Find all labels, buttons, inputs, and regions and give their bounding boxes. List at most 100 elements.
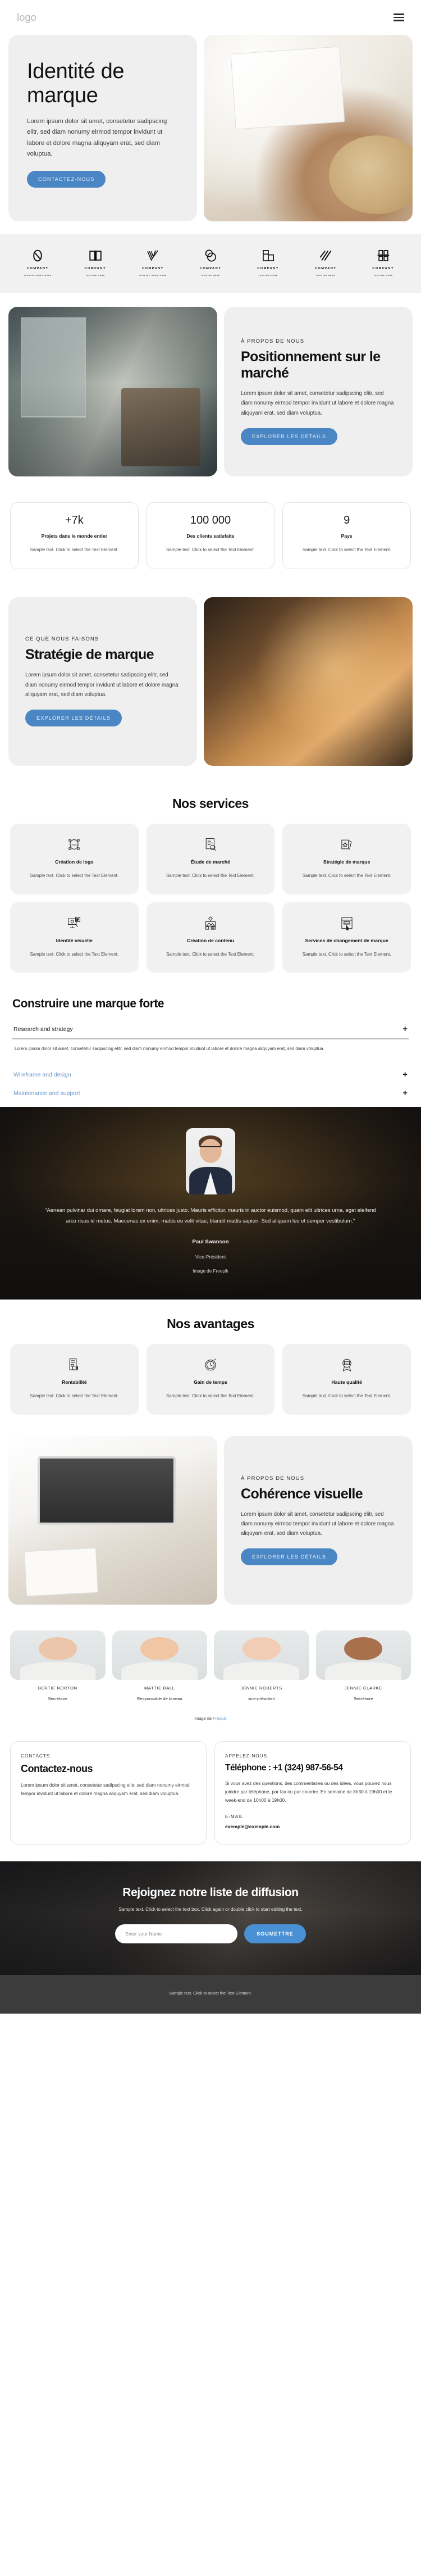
service-card[interactable]: LOGO Création de logo Sample text. Click…	[10, 823, 139, 894]
testimonial-section: "Aenean pulvinar dui ornare, feugiat lor…	[0, 1107, 421, 1300]
team-member[interactable]: JENNIE ROBERTS vice-président	[214, 1630, 309, 1701]
office-workspace-image	[8, 307, 217, 476]
advantage-card[interactable]: HIGH Haute qualité Sample text. Click to…	[282, 1344, 411, 1415]
service-title: Services de changement de marque	[305, 937, 388, 943]
partner-name: COMPANY	[142, 267, 164, 271]
team-member-photo	[112, 1630, 207, 1680]
coherence-cta-button[interactable]: EXPLORER LES DÉTAILS	[241, 1548, 338, 1566]
team-member-role: vice-président	[248, 1696, 275, 1701]
double-circle-logo-icon	[203, 248, 218, 263]
accordion-row-wireframe-and-design[interactable]: Wireframe and design +	[12, 1065, 409, 1084]
advantage-text: Sample text. Click to select the Text El…	[166, 1393, 255, 1399]
service-title: Stratégie de marque	[323, 858, 370, 865]
hero-image-desk-notebook	[204, 35, 413, 222]
advantage-title: Rentabilité	[62, 1379, 87, 1385]
service-card[interactable]: BRAND Services de changement de marque S…	[282, 902, 411, 973]
stat-text: Sample text. Click to select the Text El…	[302, 547, 391, 552]
footer-text: Sample text. Click to select the Text El…	[169, 1991, 252, 1996]
accordion-row-research-and-strategy[interactable]: Research and strategy +	[12, 1020, 409, 1040]
square-corner-logo-icon	[261, 248, 276, 263]
newsletter-subtitle: Sample text. Click to select the text bo…	[118, 1907, 303, 1912]
partner-logo-item[interactable]: COMPANY TAGLINE HERE	[297, 248, 355, 276]
team-member-name: BERTIE NORTON	[38, 1685, 77, 1691]
accordion-row-maintenance-and-support[interactable]: Maintenance and support +	[12, 1084, 409, 1102]
email-value[interactable]: exemple@exemple.com	[225, 1824, 400, 1829]
plus-icon[interactable]: +	[402, 1070, 408, 1079]
partner-logo-item[interactable]: COMPANY TAGLINE GOES HERE	[9, 248, 67, 276]
stat-number: 9	[344, 514, 350, 526]
market-research-icon	[153, 836, 268, 853]
site-logo[interactable]: logo	[17, 12, 36, 24]
svg-text:BRAND: BRAND	[343, 922, 350, 924]
advantage-text: Sample text. Click to select the Text El…	[30, 1393, 119, 1399]
service-text: Sample text. Click to select the Text El…	[302, 873, 391, 878]
accordion-label: Research and strategy	[13, 1025, 73, 1033]
market-cta-button[interactable]: EXPLORER LES DÉTAILS	[241, 428, 338, 445]
phone-title: Téléphone : +1 (324) 987-56-54	[225, 1763, 343, 1773]
team-member-name: JENNIE CLARKE	[344, 1685, 382, 1691]
hero-title: Identité de marque	[27, 60, 125, 107]
service-title: Étude de marché	[191, 858, 231, 865]
brand-strategy-card: CE QUE NOUS FAISONS Stratégie de marque …	[8, 597, 197, 766]
freepik-link[interactable]: Freepik	[213, 1716, 227, 1721]
partner-logo-item[interactable]: COMPANY TAGLINE HERE	[354, 248, 412, 276]
strategy-cta-button[interactable]: EXPLORER LES DÉTAILS	[25, 710, 122, 727]
team-member-role: Secrétaire	[353, 1696, 373, 1701]
brand-strategy-section: CE QUE NOUS FAISONS Stratégie de marque …	[0, 584, 421, 779]
plus-icon[interactable]: +	[402, 1025, 408, 1033]
site-footer: Sample text. Click to select the Text El…	[0, 1975, 421, 2014]
letter-b-logo-icon	[376, 248, 391, 263]
newsletter-name-input[interactable]	[115, 1924, 238, 1944]
service-text: Sample text. Click to select the Text El…	[166, 951, 255, 957]
partner-tagline: TAGLINE HERE	[85, 274, 106, 277]
rebranding-icon: BRAND	[289, 915, 404, 932]
partner-logo-item[interactable]: COMPANY TAGLINE HERE	[67, 248, 125, 276]
time-saving-clock-icon	[153, 1356, 268, 1373]
visual-identity-icon	[17, 915, 132, 932]
service-card[interactable]: Création de contenu Sample text. Click t…	[146, 902, 275, 973]
visual-coherence-card: À PROPOS DE NOUS Cohérence visuelle Lore…	[224, 1436, 413, 1605]
team-member-name: MATTIE BALL	[144, 1685, 175, 1691]
team-member-photo	[10, 1630, 106, 1680]
advantage-title: Haute qualité	[331, 1379, 362, 1385]
partner-logo-item[interactable]: COMPANY TAGLINE HERE	[239, 248, 297, 276]
partner-tagline: TAGLINE GOES HERE	[24, 274, 52, 277]
service-text: Sample text. Click to select the Text El…	[30, 951, 119, 957]
advantage-title: Gain de temps	[194, 1379, 227, 1385]
services-grid-row-2: Identité visuelle Sample text. Click to …	[0, 902, 421, 981]
hero-cta-button[interactable]: CONTACTEZ-NOUS	[27, 171, 106, 188]
team-member[interactable]: MATTIE BALL Responsable de bureau	[112, 1630, 207, 1701]
service-title: Création de logo	[55, 858, 94, 865]
stat-text: Sample text. Click to select the Text El…	[30, 547, 119, 552]
team-member[interactable]: JENNIE CLARKE Secrétaire	[315, 1630, 411, 1701]
coherence-body: Lorem ipsum dolor sit amet, consetetur s…	[241, 1511, 394, 1537]
partner-logo-item[interactable]: COMPANY TAGLINE GOES HERE	[124, 248, 182, 276]
accordion: Research and strategy + Lorem ipsum dolo…	[0, 1020, 421, 1107]
partner-logo-item[interactable]: COMPANY TAGLINE HERE	[182, 248, 240, 276]
testimonial-image-credit: Image de Freepik	[39, 1269, 382, 1274]
advantage-card[interactable]: Rentabilité Sample text. Click to select…	[10, 1344, 139, 1415]
checkmark-lines-logo-icon	[145, 248, 160, 263]
partner-name: COMPANY	[257, 267, 279, 271]
team-image-credit: Image de Freepik	[0, 1703, 421, 1735]
stat-card: 9 Pays Sample text. Click to select the …	[282, 502, 411, 569]
services-heading: Nos services	[172, 796, 249, 811]
market-body: Lorem ipsum dolor sit amet, consetetur s…	[241, 390, 394, 416]
team-member[interactable]: BERTIE NORTON Secrétaire	[10, 1630, 106, 1701]
service-card[interactable]: Stratégie de marque Sample text. Click t…	[282, 823, 411, 894]
service-card[interactable]: Étude de marché Sample text. Click to se…	[146, 823, 275, 894]
advantage-card[interactable]: Gain de temps Sample text. Click to sele…	[146, 1344, 275, 1415]
newsletter-submit-button[interactable]: SOUMETTRE	[244, 1924, 306, 1944]
strategy-eyebrow: CE QUE NOUS FAISONS	[25, 636, 99, 643]
service-text: Sample text. Click to select the Text El…	[166, 873, 255, 878]
freepik-link[interactable]: Freepik	[213, 1269, 228, 1274]
coherence-eyebrow: À PROPOS DE NOUS	[241, 1475, 305, 1482]
open-book-logo-icon	[88, 248, 103, 263]
accordion-label: Wireframe and design	[13, 1071, 71, 1078]
market-eyebrow: À PROPOS DE NOUS	[241, 338, 305, 345]
team-member-role: Responsable de bureau	[136, 1696, 182, 1701]
partner-tagline: TAGLINE HERE	[258, 274, 278, 277]
service-card[interactable]: Identité visuelle Sample text. Click to …	[10, 902, 139, 973]
plus-icon[interactable]: +	[402, 1089, 408, 1097]
hamburger-menu-icon[interactable]	[393, 13, 404, 21]
